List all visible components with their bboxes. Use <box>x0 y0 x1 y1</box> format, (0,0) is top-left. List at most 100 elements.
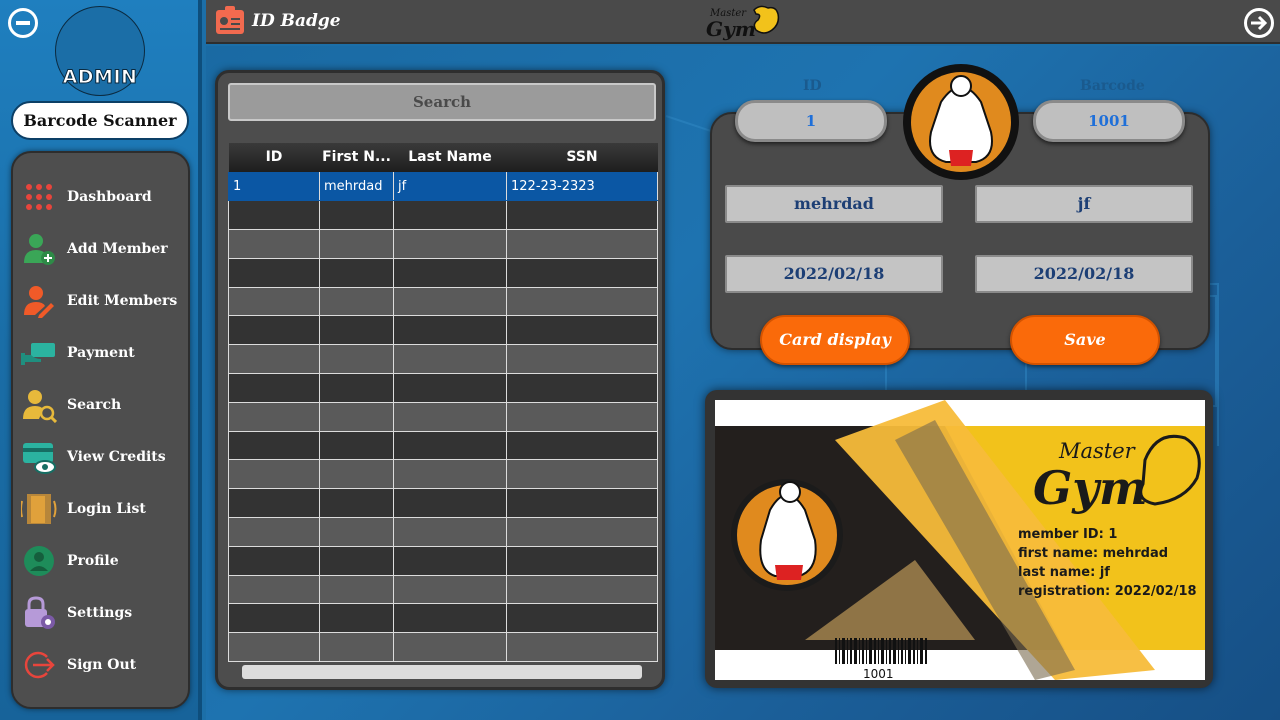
table-cell-empty[interactable] <box>506 603 658 634</box>
table-cell-empty[interactable] <box>393 574 507 605</box>
table-cell-empty[interactable] <box>506 229 658 259</box>
table-cell-empty[interactable] <box>506 257 658 288</box>
table-row-empty[interactable] <box>228 315 658 346</box>
table-cell-empty[interactable] <box>228 459 320 490</box>
sidebar-item-profile[interactable]: Profile <box>21 539 186 583</box>
table-cell-empty[interactable] <box>319 488 394 519</box>
table-cell-empty[interactable] <box>506 401 658 432</box>
id-field[interactable]: 1 <box>735 100 887 142</box>
table-cell-empty[interactable] <box>393 545 507 576</box>
sidebar-item-login-list[interactable]: Login List <box>20 487 186 531</box>
table-cell-empty[interactable] <box>393 488 507 519</box>
table-cell-empty[interactable] <box>228 257 320 288</box>
table-cell-empty[interactable] <box>393 229 507 259</box>
table-cell[interactable]: jf <box>393 171 507 202</box>
table-cell-empty[interactable] <box>319 286 394 317</box>
sidebar-item-search[interactable]: Search <box>21 383 186 427</box>
barcode-scanner-button[interactable]: Barcode Scanner <box>11 101 189 140</box>
column-header[interactable]: ID <box>228 143 320 172</box>
table-cell-empty[interactable] <box>506 344 658 375</box>
table-cell-empty[interactable] <box>228 517 320 547</box>
table-row-empty[interactable] <box>228 401 658 432</box>
last-name-field[interactable]: jf <box>975 185 1193 223</box>
table-cell-empty[interactable] <box>319 344 394 375</box>
table-cell-empty[interactable] <box>228 632 320 663</box>
table-cell-empty[interactable] <box>506 574 658 605</box>
table-row-empty[interactable] <box>228 459 658 490</box>
table-cell-empty[interactable] <box>228 401 320 432</box>
table-cell-empty[interactable] <box>228 200 320 231</box>
table-cell-empty[interactable] <box>319 200 394 231</box>
table-cell-empty[interactable] <box>228 344 320 375</box>
first-name-field[interactable]: mehrdad <box>725 185 943 223</box>
table-cell-empty[interactable] <box>228 545 320 576</box>
table-cell-empty[interactable] <box>319 229 394 259</box>
table-cell-empty[interactable] <box>319 315 394 346</box>
table-cell-empty[interactable] <box>393 315 507 346</box>
sidebar-item-add-member[interactable]: Add Member <box>21 227 186 271</box>
horizontal-scrollbar[interactable] <box>242 665 642 679</box>
table-cell-empty[interactable] <box>393 286 507 317</box>
table-cell-empty[interactable] <box>319 632 394 663</box>
table-cell-empty[interactable] <box>228 488 320 519</box>
table-cell-empty[interactable] <box>319 430 394 461</box>
table-cell-empty[interactable] <box>506 545 658 576</box>
table-row-empty[interactable] <box>228 545 658 576</box>
table-cell-empty[interactable] <box>319 574 394 605</box>
column-header[interactable]: First N... <box>319 143 394 172</box>
collapse-sidebar-button[interactable] <box>8 8 38 38</box>
table-row[interactable]: 1 mehrdad jf 122-23-2323 <box>228 171 658 202</box>
table-row-empty[interactable] <box>228 229 658 259</box>
expiry-date-field[interactable]: 2022/02/18 <box>975 255 1193 293</box>
table-cell-empty[interactable] <box>506 286 658 317</box>
table-cell-empty[interactable] <box>393 257 507 288</box>
table-cell-empty[interactable] <box>228 603 320 634</box>
table-cell-empty[interactable] <box>506 430 658 461</box>
table-cell-empty[interactable] <box>393 603 507 634</box>
table-row-empty[interactable] <box>228 632 658 663</box>
table-cell[interactable]: 122-23-2323 <box>506 171 658 202</box>
table-cell-empty[interactable] <box>228 229 320 259</box>
table-cell-empty[interactable] <box>319 373 394 403</box>
table-cell-empty[interactable] <box>393 459 507 490</box>
registration-date-field[interactable]: 2022/02/18 <box>725 255 943 293</box>
table-cell-empty[interactable] <box>506 488 658 519</box>
sidebar-item-edit-members[interactable]: Edit Members <box>21 279 186 323</box>
table-cell[interactable]: 1 <box>228 171 320 202</box>
table-cell-empty[interactable] <box>228 430 320 461</box>
table-row-empty[interactable] <box>228 286 658 317</box>
table-cell-empty[interactable] <box>506 315 658 346</box>
column-header[interactable]: SSN <box>506 143 658 172</box>
table-cell-empty[interactable] <box>393 373 507 403</box>
table-row-empty[interactable] <box>228 373 658 403</box>
sidebar-item-sign-out[interactable]: Sign Out <box>21 643 186 687</box>
table-cell-empty[interactable] <box>228 574 320 605</box>
table-cell-empty[interactable] <box>319 545 394 576</box>
card-display-button[interactable]: Card display <box>760 315 910 365</box>
table-cell-empty[interactable] <box>393 200 507 231</box>
sidebar-item-view-credits[interactable]: View Credits <box>21 435 186 479</box>
table-cell-empty[interactable] <box>506 200 658 231</box>
table-cell-empty[interactable] <box>228 286 320 317</box>
table-row-empty[interactable] <box>228 574 658 605</box>
search-input[interactable] <box>228 83 656 121</box>
table-cell-empty[interactable] <box>506 459 658 490</box>
table-row-empty[interactable] <box>228 430 658 461</box>
table-row-empty[interactable] <box>228 257 658 288</box>
table-row-empty[interactable] <box>228 200 658 231</box>
table-cell-empty[interactable] <box>506 632 658 663</box>
table-cell-empty[interactable] <box>393 632 507 663</box>
sidebar-item-settings[interactable]: Settings <box>21 591 186 635</box>
barcode-field[interactable]: 1001 <box>1033 100 1185 142</box>
column-header[interactable]: Last Name <box>393 143 507 172</box>
sidebar-item-dashboard[interactable]: Dashboard <box>21 175 186 219</box>
table-row-empty[interactable] <box>228 603 658 634</box>
table-row-empty[interactable] <box>228 344 658 375</box>
next-arrow-button[interactable] <box>1244 8 1274 38</box>
table-cell-empty[interactable] <box>393 401 507 432</box>
table-cell-empty[interactable] <box>319 459 394 490</box>
table-cell-empty[interactable] <box>393 517 507 547</box>
table-cell-empty[interactable] <box>393 344 507 375</box>
table-cell-empty[interactable] <box>319 603 394 634</box>
table-cell-empty[interactable] <box>319 517 394 547</box>
